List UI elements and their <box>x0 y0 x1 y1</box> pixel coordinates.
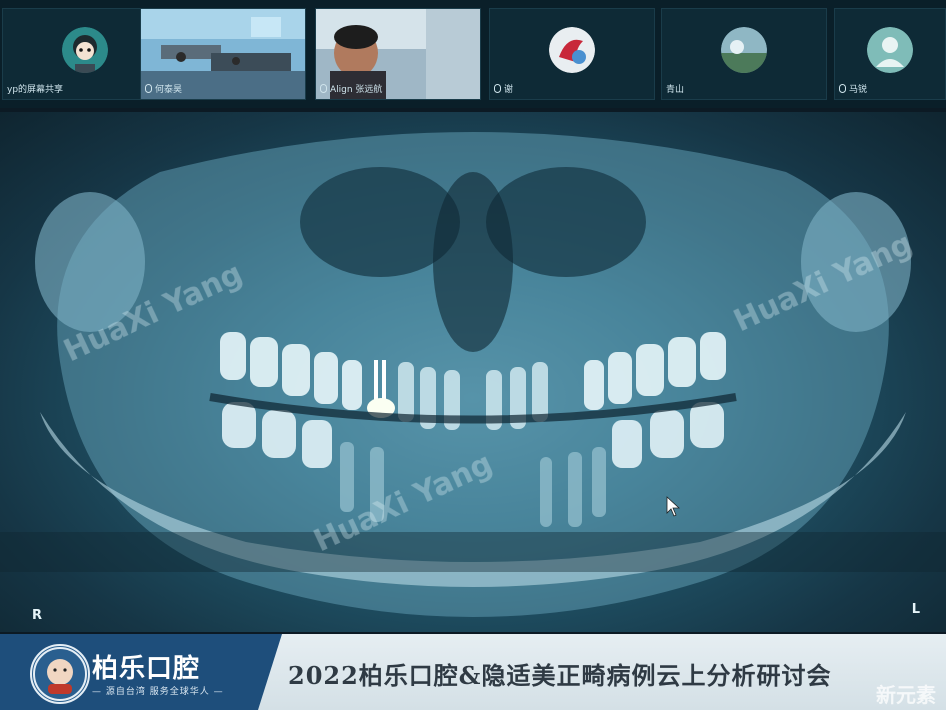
participant-tile[interactable]: 青山 <box>661 8 827 100</box>
shared-screen-xray: HuaXi Yang HuaXi Yang HuaXi Yang R L <box>0 112 946 632</box>
panoramic-xray-image: HuaXi Yang HuaXi Yang HuaXi Yang <box>0 132 946 617</box>
brand-logo-icon <box>30 644 90 704</box>
participant-strip: yp的屏幕共享 何泰昊 Align 张远航 谢 青山 马锐 <box>0 0 946 108</box>
participant-tile[interactable]: 马锐 <box>834 8 946 100</box>
brand-panel: 柏乐口腔 — 源自台湾 服务全球华人 — <box>0 634 282 710</box>
avatar <box>549 27 595 73</box>
participant-name: 谢 <box>494 82 513 95</box>
xray-label-r: R <box>32 608 43 623</box>
participant-name: 何泰昊 <box>145 82 182 95</box>
xray-label-l: L <box>911 602 920 617</box>
participant-tile[interactable]: Align 张远航 <box>315 8 481 100</box>
participant-name: 马锐 <box>839 82 867 95</box>
mic-icon <box>839 84 846 93</box>
avatar <box>62 27 108 73</box>
event-title: 2022柏乐口腔&隐适美正畸病例云上分析研讨会 <box>288 661 832 690</box>
participant-tile[interactable]: 谢 <box>489 8 655 100</box>
participant-name: 青山 <box>666 85 685 95</box>
brand-name: 柏乐口腔 <box>92 654 201 684</box>
participant-tile[interactable]: 何泰昊 <box>140 8 306 100</box>
corner-watermark: 新元素 <box>876 683 936 707</box>
avatar <box>867 27 913 73</box>
participant-name: yp的屏幕共享 <box>7 85 64 95</box>
mic-icon <box>494 84 501 93</box>
avatar <box>721 27 767 73</box>
brand-tagline: — 源自台湾 服务全球华人 — <box>92 687 224 697</box>
event-banner: 柏乐口腔 — 源自台湾 服务全球华人 — 2022柏乐口腔&隐适美正畸病例云上分… <box>0 634 946 710</box>
participant-name: Align 张远航 <box>320 82 382 95</box>
mic-icon <box>145 84 152 93</box>
mic-icon <box>320 84 327 93</box>
